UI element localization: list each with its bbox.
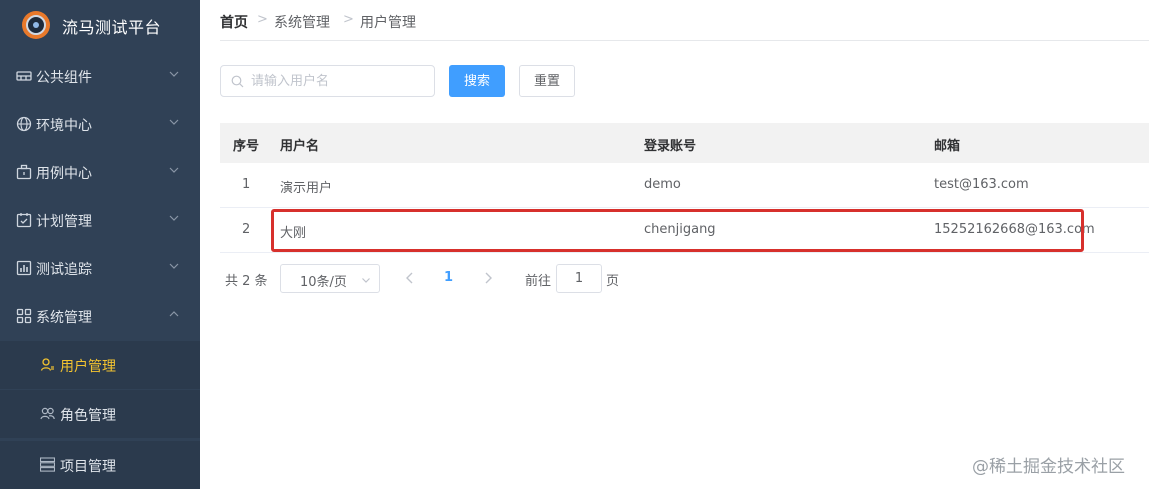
column-header-email: 邮箱 <box>934 139 961 154</box>
table-row[interactable]: 1 演示用户 demo test@163.com <box>220 163 1149 208</box>
logo-icon <box>22 11 50 39</box>
sidebar-subitem-label: 角色管理 <box>60 408 116 424</box>
sidebar-item-components[interactable]: 公共组件 <box>0 52 200 100</box>
chevron-down-icon <box>169 167 179 173</box>
briefcase-icon <box>16 164 32 180</box>
sidebar-item-environment[interactable]: 环境中心 <box>0 100 200 148</box>
cell-email: test@163.com <box>934 177 1029 192</box>
sidebar-item-label: 系统管理 <box>36 310 92 326</box>
sidebar-subitem-project-management[interactable]: 项目管理 <box>0 441 200 489</box>
prev-page-icon[interactable] <box>402 270 418 286</box>
users-icon <box>40 407 55 420</box>
column-header-account: 登录账号 <box>644 139 697 154</box>
breadcrumb-separator-icon: > <box>343 12 354 27</box>
breadcrumb-separator-icon: > <box>257 12 268 27</box>
sidebar-item-label: 计划管理 <box>36 214 92 230</box>
app-title: 流马测试平台 <box>62 18 162 37</box>
breadcrumb-home[interactable]: 首页 <box>220 12 248 32</box>
sidebar-item-cases[interactable]: 用例中心 <box>0 148 200 196</box>
column-header-index: 序号 <box>233 139 260 154</box>
chevron-down-icon <box>169 263 179 269</box>
table-header: 序号 用户名 登录账号 邮箱 <box>220 123 1149 163</box>
bar-chart-icon <box>16 260 32 276</box>
sidebar-subitem-role-management[interactable]: 角色管理 <box>0 390 200 438</box>
next-page-icon[interactable] <box>480 270 496 286</box>
search-field[interactable] <box>220 65 435 97</box>
chevron-down-icon <box>169 71 179 77</box>
sidebar: 流马测试平台 公共组件 环境中心 用例中心 计划管理 测试追踪 系统管理 用户管… <box>0 0 200 489</box>
column-header-username: 用户名 <box>280 139 320 154</box>
cell-index: 2 <box>242 222 251 237</box>
grid-icon <box>16 308 32 324</box>
goto-label: 前往 <box>525 274 552 289</box>
sidebar-item-tracking[interactable]: 测试追踪 <box>0 244 200 292</box>
search-input[interactable] <box>251 71 426 91</box>
sidebar-subitem-label: 项目管理 <box>60 459 116 475</box>
breadcrumb-level1[interactable]: 系统管理 <box>274 12 330 32</box>
globe-icon <box>16 116 32 132</box>
page-size-value: 10条/页 <box>300 275 347 290</box>
cell-username: 演示用户 <box>280 181 333 196</box>
page-number-current[interactable]: 1 <box>444 270 453 285</box>
search-icon <box>231 75 244 88</box>
page-suffix: 页 <box>606 274 620 289</box>
sidebar-subitem-user-management[interactable]: 用户管理 <box>0 341 200 389</box>
highlight-annotation <box>271 209 1084 252</box>
goto-page-input[interactable] <box>556 264 602 293</box>
cell-account: demo <box>644 177 681 192</box>
header-divider <box>220 40 1149 41</box>
pagination-total: 共 2 条 <box>225 274 268 289</box>
breadcrumb-level2: 用户管理 <box>360 15 416 31</box>
sidebar-item-label: 环境中心 <box>36 118 92 134</box>
page-size-select[interactable]: 10条/页 <box>280 264 380 293</box>
calendar-check-icon <box>16 213 32 228</box>
sidebar-item-label: 用例中心 <box>36 166 92 182</box>
user-icon <box>40 358 54 371</box>
chevron-up-icon <box>169 311 179 317</box>
chevron-down-icon <box>362 278 370 283</box>
watermark: @稀土掘金技术社区 <box>972 457 1125 477</box>
sidebar-item-plans[interactable]: 计划管理 <box>0 196 200 244</box>
search-button[interactable]: 搜索 <box>449 65 505 97</box>
sidebar-item-label: 公共组件 <box>36 70 92 86</box>
sidebar-item-system[interactable]: 系统管理 <box>0 292 200 340</box>
list-icon <box>40 457 55 472</box>
reset-button[interactable]: 重置 <box>519 65 575 97</box>
sidebar-subitem-label: 用户管理 <box>60 359 116 375</box>
cell-index: 1 <box>242 177 251 192</box>
chevron-down-icon <box>169 119 179 125</box>
chevron-down-icon <box>169 215 179 221</box>
logo-row[interactable]: 流马测试平台 <box>0 0 200 50</box>
sidebar-item-label: 测试追踪 <box>36 262 92 278</box>
component-icon <box>16 71 32 81</box>
